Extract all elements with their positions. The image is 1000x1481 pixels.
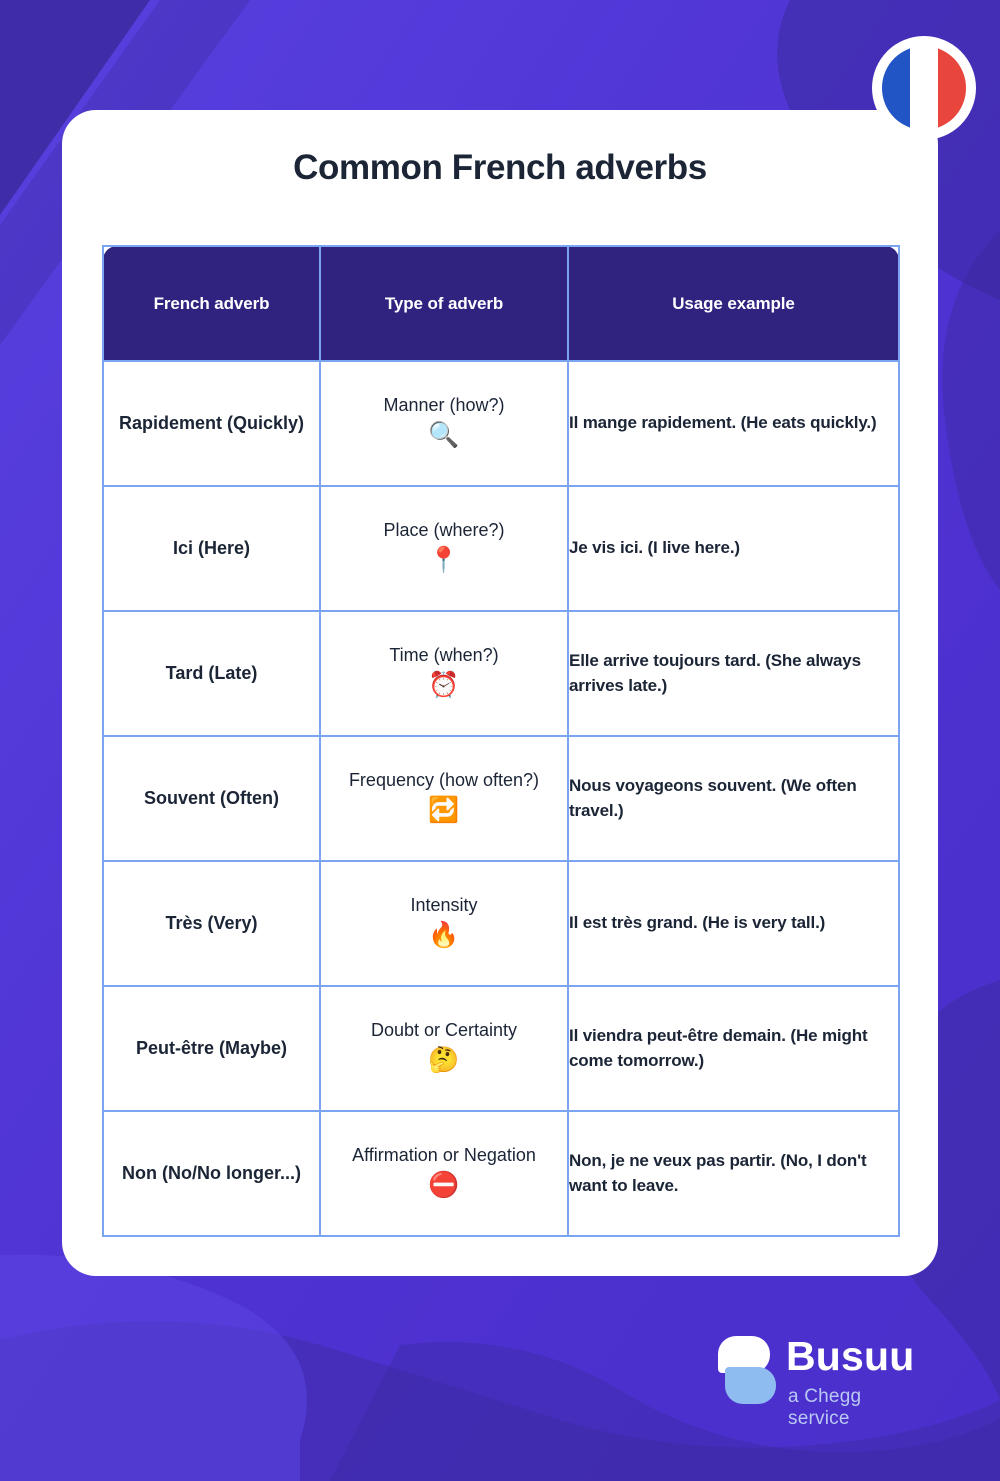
cell-usage-example: Nous voyageons souvent. (We often travel…	[567, 735, 900, 862]
cell-french-adverb: Non (No/No longer...)	[102, 1110, 321, 1237]
round-pushpin-icon: 📍	[428, 546, 460, 575]
fire-icon: 🔥	[428, 921, 460, 950]
infographic-poster: Common French adverbs French adverb Type…	[0, 0, 1000, 1481]
cell-usage-example: Il est très grand. (He is very tall.)	[567, 860, 900, 987]
busuu-mark-icon	[718, 1336, 776, 1404]
type-label: Place (where?)	[383, 519, 505, 540]
type-label: Doubt or Certainty	[370, 1019, 518, 1040]
type-label: Intensity	[410, 894, 478, 915]
table-row: Peut-être (Maybe) Doubt or Certainty 🤔 I…	[102, 985, 900, 1112]
cell-usage-example: Je vis ici. (I live here.)	[567, 485, 900, 612]
cell-type-of-adverb: Place (where?) 📍	[319, 485, 569, 612]
table-row: Très (Very) Intensity 🔥 Il est très gran…	[102, 860, 900, 987]
type-label: Frequency (how often?)	[348, 769, 540, 790]
cell-french-adverb: Très (Very)	[102, 860, 321, 987]
table-body: Rapidement (Quickly) Manner (how?) 🔍 Il …	[102, 360, 900, 1237]
cell-type-of-adverb: Frequency (how often?) 🔁	[319, 735, 569, 862]
table-header-row: French adverb Type of adverb Usage examp…	[102, 245, 900, 362]
magnifying-glass-icon: 🔍	[428, 421, 460, 450]
cell-french-adverb: Peut-être (Maybe)	[102, 985, 321, 1112]
adverbs-table: French adverb Type of adverb Usage examp…	[102, 245, 900, 1237]
cell-usage-example: Elle arrive toujours tard. (She always a…	[567, 610, 900, 737]
type-label: Time (when?)	[389, 644, 499, 665]
cell-french-adverb: Tard (Late)	[102, 610, 321, 737]
table-row: Rapidement (Quickly) Manner (how?) 🔍 Il …	[102, 360, 900, 487]
cell-usage-example: Il viendra peut-être demain. (He might c…	[567, 985, 900, 1112]
cell-usage-example: Non, je ne veux pas partir. (No, I don't…	[567, 1110, 900, 1237]
cell-type-of-adverb: Doubt or Certainty 🤔	[319, 985, 569, 1112]
cell-type-of-adverb: Manner (how?) 🔍	[319, 360, 569, 487]
table-row: Souvent (Often) Frequency (how often?) 🔁…	[102, 735, 900, 862]
column-header-type-of-adverb: Type of adverb	[319, 245, 569, 362]
table-row: Ici (Here) Place (where?) 📍 Je vis ici. …	[102, 485, 900, 612]
busuu-wordmark: Busuu	[786, 1333, 915, 1379]
alarm-clock-icon: ⏰	[428, 671, 460, 700]
page-title: Common French adverbs	[293, 148, 707, 187]
thinking-face-icon: 🤔	[428, 1046, 460, 1075]
french-flag-icon	[882, 46, 966, 130]
busuu-mark-bottom-shape	[725, 1367, 776, 1404]
repeat-icon: 🔁	[428, 796, 460, 825]
cell-type-of-adverb: Affirmation or Negation ⛔	[319, 1110, 569, 1237]
french-flag-badge	[872, 36, 976, 140]
content-card: Common French adverbs French adverb Type…	[62, 110, 938, 1276]
column-header-usage-example: Usage example	[567, 245, 900, 362]
busuu-tagline: a Chegg service	[788, 1386, 862, 1429]
cell-french-adverb: Ici (Here)	[102, 485, 321, 612]
cell-french-adverb: Rapidement (Quickly)	[102, 360, 321, 487]
type-label: Manner (how?)	[383, 394, 505, 415]
cell-french-adverb: Souvent (Often)	[102, 735, 321, 862]
cell-type-of-adverb: Time (when?) ⏰	[319, 610, 569, 737]
cell-usage-example: Il mange rapidement. (He eats quickly.)	[567, 360, 900, 487]
cell-type-of-adverb: Intensity 🔥	[319, 860, 569, 987]
table-row: Tard (Late) Time (when?) ⏰ Elle arrive t…	[102, 610, 900, 737]
table-header: French adverb Type of adverb Usage examp…	[102, 245, 900, 362]
column-header-french-adverb: French adverb	[102, 245, 321, 362]
no-entry-icon: ⛔	[428, 1171, 460, 1200]
busuu-logo: Busuu a Chegg service	[718, 1333, 923, 1429]
table-row: Non (No/No longer...) Affirmation or Neg…	[102, 1110, 900, 1237]
type-label: Affirmation or Negation	[352, 1144, 536, 1165]
